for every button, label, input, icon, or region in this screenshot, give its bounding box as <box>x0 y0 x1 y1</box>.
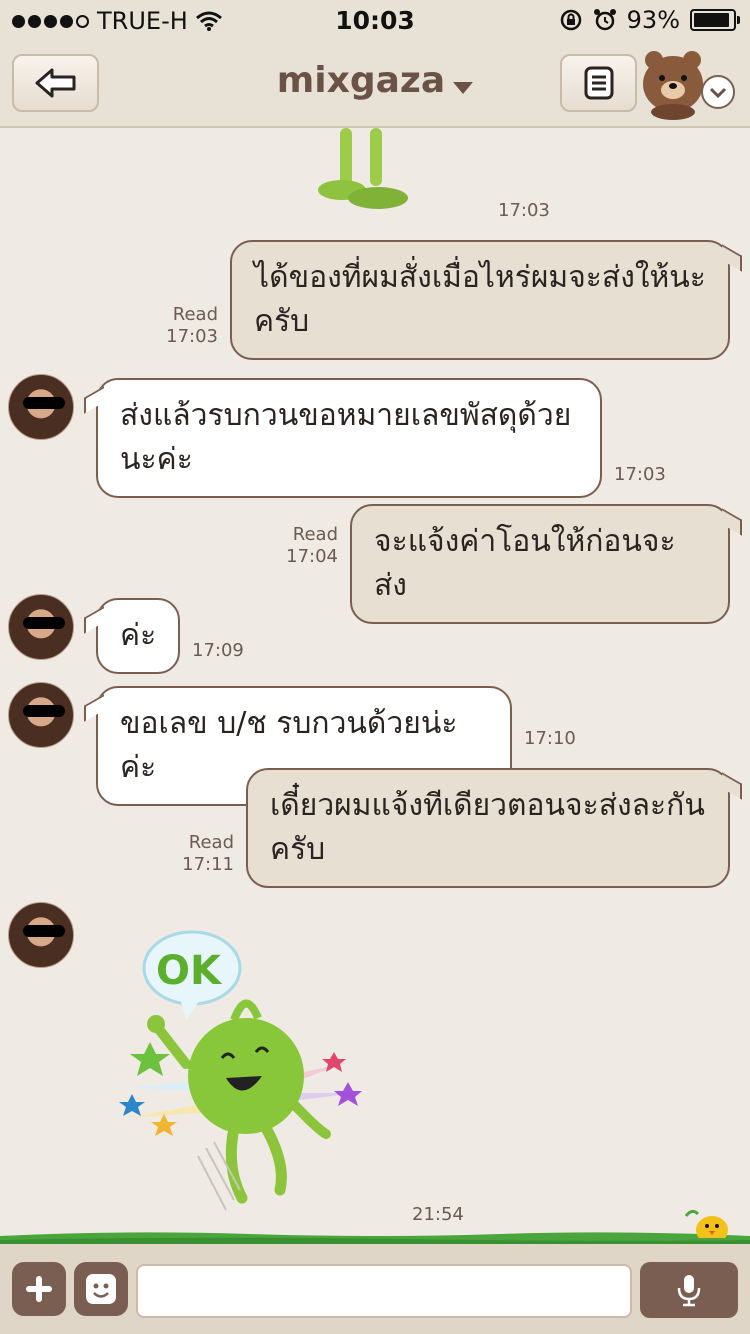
title-dropdown[interactable]: mixgaza <box>0 60 750 101</box>
alarm-icon <box>593 9 616 31</box>
read-label: Read <box>188 832 234 853</box>
read-status: Read 17:11 <box>166 832 234 876</box>
emoji-icon <box>86 1274 116 1304</box>
plus-icon <box>26 1276 52 1302</box>
read-status: Read 17:03 <box>150 304 218 348</box>
add-button[interactable] <box>12 1262 66 1316</box>
message-time: 17:09 <box>192 640 244 661</box>
microphone-icon <box>677 1275 701 1307</box>
message-line: ครับ <box>270 832 326 867</box>
avatar[interactable] <box>8 374 74 440</box>
avatar[interactable] <box>8 682 74 748</box>
message-text: ส่งแล้วรบกวนขอหมายเลขพัสดุด้วย นะค่ะ <box>120 394 578 482</box>
grass-decoration <box>0 1232 750 1244</box>
read-status: Read 17:04 <box>270 524 338 568</box>
emoji-button[interactable] <box>74 1262 128 1316</box>
message-text: ได้ของที่ผมสั่งเมื่อไหร่ผมจะส่งให้นะ ครั… <box>254 256 706 344</box>
chick-decoration <box>684 1209 728 1238</box>
message-line: เดี๋ยวผมแจ้งทีเดียวตอนจะส่งละกัน <box>270 788 705 823</box>
message-time: 17:10 <box>524 728 576 749</box>
read-label: Read <box>172 304 218 325</box>
message-line: ได้ของที่ผมสั่งเมื่อไหร่ผมจะส่งให้นะ <box>254 260 706 295</box>
page-title: mixgaza <box>276 60 446 101</box>
message-text: จะแจ้งค่าโอนให้ก่อนจะส่ง <box>374 524 676 603</box>
incoming-message-bubble[interactable]: ค่ะ <box>96 598 180 674</box>
chevron-down-icon <box>453 81 474 94</box>
message-time: 21:54 <box>412 1204 464 1225</box>
battery-fill <box>694 13 730 27</box>
sticker-text: OK <box>156 948 223 994</box>
outgoing-message-bubble[interactable]: ได้ของที่ผมสั่งเมื่อไหร่ผมจะส่งให้นะ ครั… <box>230 240 730 360</box>
outgoing-message-bubble[interactable]: เดี๋ยวผมแจ้งทีเดียวตอนจะส่งละกัน ครับ <box>246 768 730 888</box>
message-time: 17:03 <box>166 326 218 347</box>
message-time: 17:03 <box>498 200 550 221</box>
message-time: 17:03 <box>614 464 666 485</box>
notes-button[interactable] <box>560 54 637 112</box>
rotation-lock-icon <box>560 9 581 31</box>
avatar[interactable] <box>8 902 74 968</box>
message-text: ค่ะ <box>120 618 157 653</box>
message-line: ครับ <box>254 304 310 339</box>
chat-menu-button[interactable] <box>640 46 740 120</box>
read-label: Read <box>292 524 338 545</box>
chat-header: mixgaza <box>0 40 750 128</box>
battery-percent: 93% <box>626 6 680 34</box>
message-time: 17:11 <box>182 854 234 875</box>
voice-button[interactable] <box>640 1262 738 1318</box>
ok-sticker[interactable]: OK <box>116 928 376 1218</box>
input-bar <box>0 1244 750 1334</box>
message-time: 17:04 <box>286 546 338 567</box>
bear-avatar-chevron-icon <box>643 51 735 120</box>
sticker-partial <box>318 128 408 209</box>
message-line: ส่งแล้วรบกวนขอหมายเลขพัสดุด้วย <box>120 398 572 433</box>
outgoing-message-bubble[interactable]: จะแจ้งค่าโอนให้ก่อนจะส่ง <box>350 504 730 624</box>
battery-icon <box>690 9 740 31</box>
avatar[interactable] <box>8 594 74 660</box>
message-text: เดี๋ยวผมแจ้งทีเดียวตอนจะส่งละกัน ครับ <box>270 784 706 872</box>
notes-icon <box>584 66 613 100</box>
incoming-message-bubble[interactable]: ส่งแล้วรบกวนขอหมายเลขพัสดุด้วย นะค่ะ <box>96 378 602 498</box>
message-line: นะค่ะ <box>120 442 193 477</box>
status-right: 93% <box>559 6 740 34</box>
message-input[interactable] <box>136 1264 632 1318</box>
status-bar: TRUE-H 10:03 93% <box>0 0 750 40</box>
